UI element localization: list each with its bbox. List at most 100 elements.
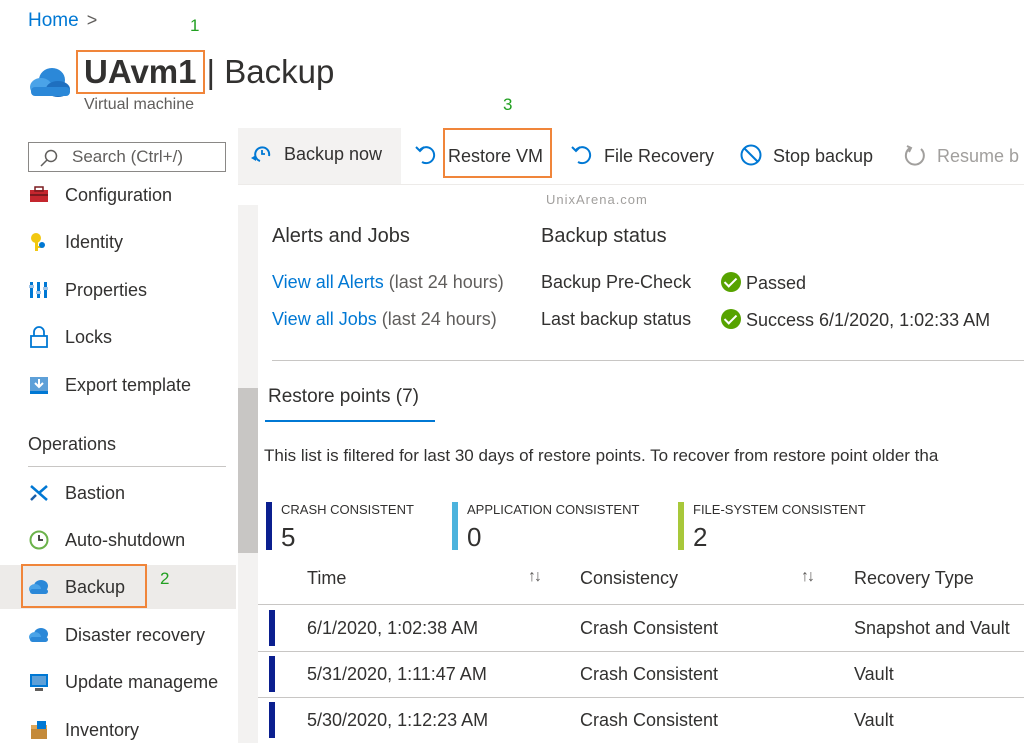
table-row-recovery-type: Snapshot and Vault (854, 618, 1010, 638)
last-backup-status: Success 6/1/2020, 1:02:33 AM (721, 309, 990, 331)
resume-backup-button[interactable]: Resume b (903, 144, 1019, 167)
sidebar-item-export-template[interactable]: Export template (28, 366, 233, 406)
stop-backup-button[interactable]: Stop backup (739, 144, 873, 167)
watermark: UnixArena.com (546, 192, 648, 207)
sidebar-item-label: Update manageme (65, 672, 219, 692)
stop-backup-label: Stop backup (773, 146, 874, 166)
box-icon (31, 721, 47, 739)
crash-consistent-label: CRASH CONSISTENT (281, 502, 414, 517)
application-consistent-label: APPLICATION CONSISTENT (467, 502, 640, 517)
file-recovery-icon (571, 146, 592, 165)
sidebar-item-disaster-recovery[interactable]: Disaster recovery (28, 616, 233, 656)
properties-icon (29, 282, 48, 298)
table-row-divider (258, 697, 1024, 698)
column-header-recovery-type[interactable]: Recovery Type (854, 568, 974, 589)
sort-time-icon[interactable]: ↑↓ (528, 568, 542, 586)
stop-icon (740, 144, 762, 166)
backup-now-button[interactable]: Backup now (250, 144, 382, 165)
file-recovery-button[interactable]: File Recovery (570, 144, 714, 167)
application-consistent-count: 0 (467, 522, 482, 552)
sidebar-item-auto-shutdown[interactable]: Auto-shutdown (28, 521, 233, 561)
view-all-jobs-link[interactable]: View all Jobs (272, 309, 377, 329)
sort-consistency-icon[interactable]: ↑↓ (801, 568, 815, 586)
monitor-icon (30, 674, 48, 691)
sidebar-item-bastion[interactable]: Bastion (28, 474, 233, 514)
file-recovery-label: File Recovery (604, 146, 715, 166)
row-consistency-marker (269, 702, 275, 738)
precheck-status: Passed (721, 272, 806, 294)
toolbox-icon (30, 186, 48, 202)
tab-restore-points[interactable]: Restore points (7) (268, 386, 419, 408)
export-icon (30, 377, 48, 394)
overview-divider (272, 360, 1024, 361)
backup-status-heading: Backup status (541, 225, 667, 247)
success-check-icon (721, 272, 741, 292)
sidebar-item-label: Disaster recovery (65, 625, 206, 645)
clock-icon (29, 530, 49, 550)
lock-icon (30, 326, 48, 348)
jobs-time-note: (last 24 hours) (381, 309, 497, 329)
bastion-icon (30, 485, 48, 501)
table-row-recovery-type: Vault (854, 710, 894, 730)
precheck-label: Backup Pre-Check (541, 272, 692, 292)
backup-now-icon (251, 146, 271, 162)
file-system-consistent-count: 2 (693, 522, 708, 552)
sidebar-item-label: Properties (65, 280, 148, 300)
annotation-3: 3 (503, 95, 513, 114)
table-row-time[interactable]: 5/30/2020, 1:12:23 AM (307, 710, 488, 731)
crash-consistent-count: 5 (281, 522, 296, 552)
sidebar-section-operations: Operations (28, 434, 117, 454)
breadcrumb-home-link[interactable]: Home (28, 10, 79, 31)
sidebar-item-identity[interactable]: Identity (28, 223, 233, 263)
restore-vm-highlight-box (443, 128, 552, 178)
tab-active-underline (265, 420, 435, 422)
precheck-value: Passed (746, 273, 807, 293)
table-row-divider (258, 651, 1024, 652)
backup-highlight-box (21, 564, 147, 608)
sidebar-item-label: Export template (65, 375, 192, 395)
table-row-consistency: Crash Consistent (580, 664, 719, 684)
sidebar-item-update-management[interactable]: Update manageme (28, 663, 233, 703)
search-input[interactable]: Search (Ctrl+/) (28, 142, 226, 172)
success-check-icon (721, 309, 741, 329)
annotation-2: 2 (160, 569, 170, 588)
resume-icon (904, 145, 925, 166)
sidebar-item-configuration[interactable]: Configuration (28, 176, 233, 216)
alerts-time-note: (last 24 hours) (388, 272, 504, 292)
page-title: UAvm1 | Backup (76, 50, 334, 94)
resource-name: UAvm1 (76, 50, 205, 94)
sidebar-item-label: Inventory (65, 720, 140, 740)
search-placeholder: Search (Ctrl+/) (72, 147, 183, 166)
crash-consistent-bar (266, 502, 272, 550)
table-row-consistency: Crash Consistent (580, 710, 719, 730)
sidebar-item-label: Locks (65, 327, 113, 347)
last-backup-value: Success 6/1/2020, 1:02:33 AM (746, 310, 991, 330)
column-header-consistency[interactable]: Consistency (580, 568, 678, 589)
sidebar-item-locks[interactable]: Locks (28, 318, 233, 358)
sidebar-item-label: Identity (65, 232, 124, 252)
table-header-divider (258, 604, 1024, 605)
sidebar-item-label: Configuration (65, 185, 173, 205)
resume-backup-label: Resume b (937, 146, 1020, 166)
backup-now-label: Backup now (284, 144, 383, 164)
blade-name: | Backup (206, 53, 335, 90)
file-system-consistent-bar (678, 502, 684, 550)
sidebar-item-properties[interactable]: Properties (28, 271, 233, 311)
breadcrumb-separator: > (86, 10, 98, 30)
vm-backup-cloud-icon (30, 68, 70, 97)
alerts-row: View all Alerts (last 24 hours) (272, 272, 504, 293)
table-row-time[interactable]: 6/1/2020, 1:02:38 AM (307, 618, 478, 639)
resource-type: Virtual machine (84, 96, 194, 113)
table-row-consistency: Crash Consistent (580, 618, 719, 638)
key-icon (31, 233, 45, 251)
sidebar-scroll-thumb[interactable] (238, 388, 258, 553)
last-backup-label: Last backup status (541, 309, 692, 329)
view-all-alerts-link[interactable]: View all Alerts (272, 272, 384, 292)
column-header-time[interactable]: Time (307, 568, 346, 589)
sidebar-item-inventory[interactable]: Inventory (28, 711, 233, 751)
table-row-time[interactable]: 5/31/2020, 1:11:47 AM (307, 664, 487, 685)
application-consistent-bar (452, 502, 458, 550)
jobs-row: View all Jobs (last 24 hours) (272, 309, 497, 330)
annotation-1: 1 (190, 16, 200, 35)
table-row-recovery-type: Vault (854, 664, 894, 684)
